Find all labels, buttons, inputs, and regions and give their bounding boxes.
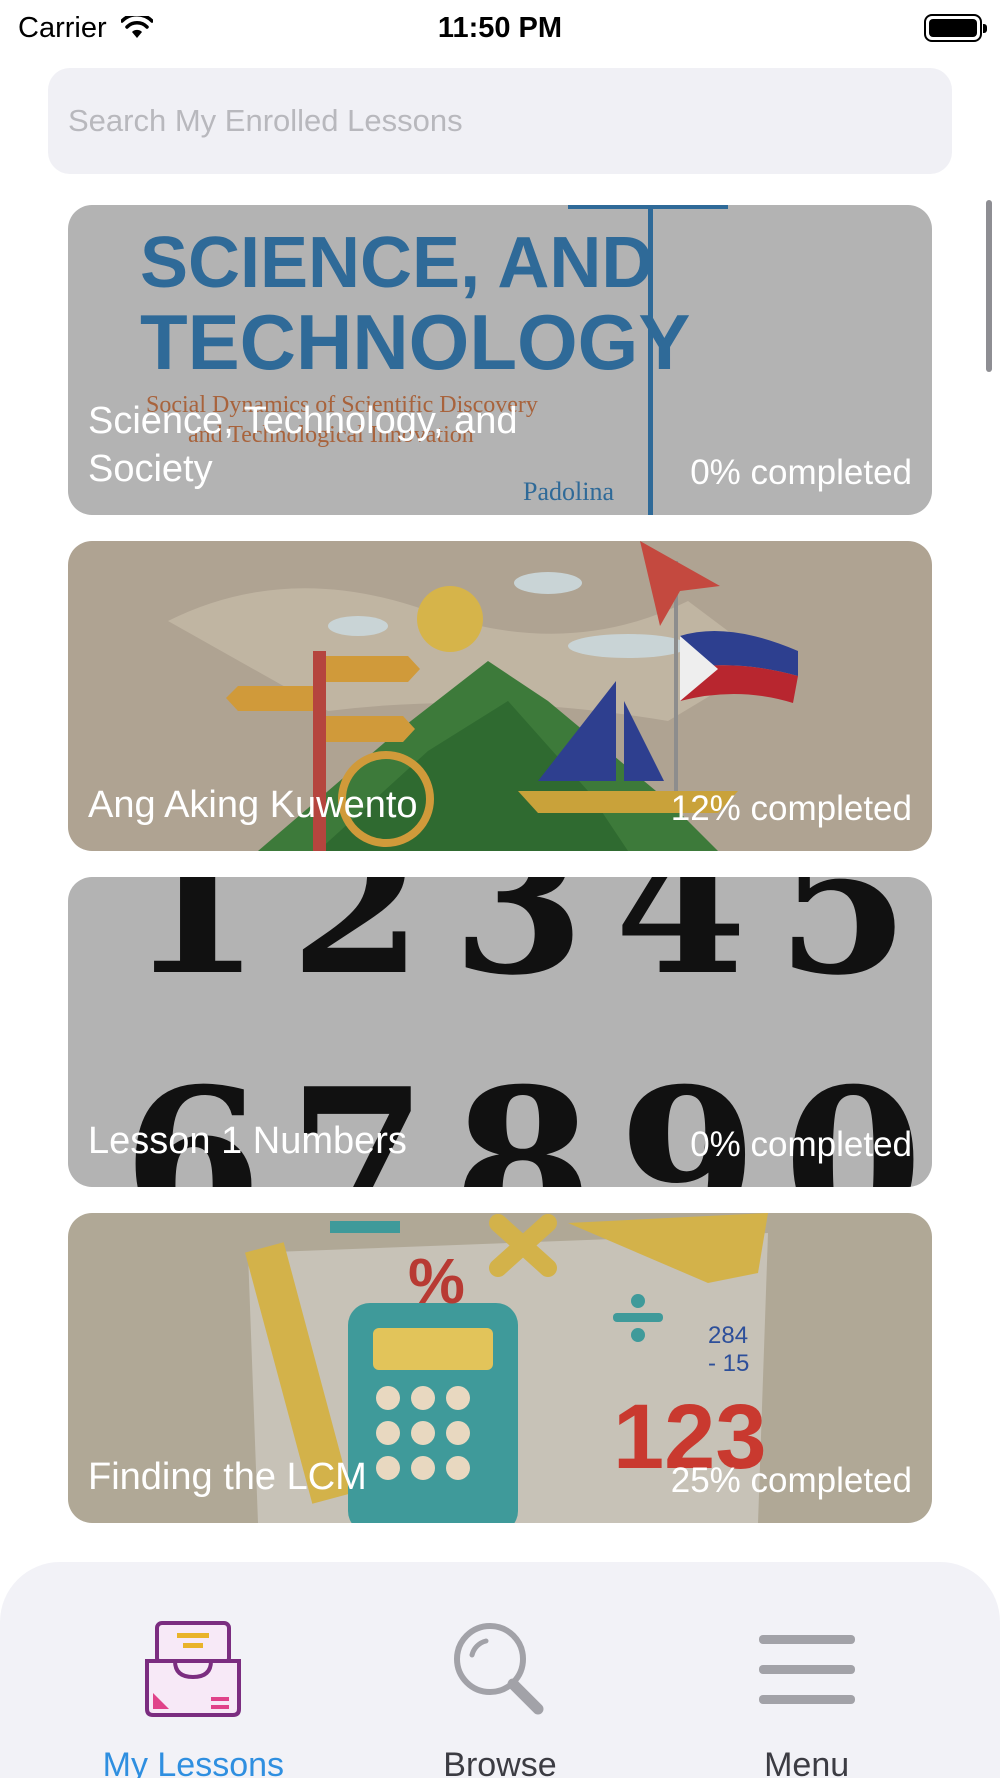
tab-browse[interactable]: Browse <box>390 1614 610 1778</box>
lesson-title: Ang Aking Kuwento <box>88 783 418 826</box>
lesson-title: Finding the LCM <box>88 1455 367 1498</box>
wifi-icon <box>120 16 153 38</box>
scroll-indicator[interactable] <box>986 200 992 372</box>
numbers-row-1: 12345 <box>128 877 932 1017</box>
lesson-card[interactable]: 12345 67890 Lesson 1 Numbers 0% complete… <box>68 877 932 1187</box>
cover-author: Padolina <box>523 477 614 506</box>
lesson-card[interactable]: SCIENCE, AND TECHNOLOGY Social Dynamics … <box>68 205 932 515</box>
percent-symbol: % <box>408 1245 465 1317</box>
cover-title-line-1: SCIENCE, AND <box>140 223 653 303</box>
search-input[interactable] <box>68 103 932 139</box>
tab-label: My Lessons <box>102 1746 285 1778</box>
tab-label: Menu <box>764 1746 850 1778</box>
cover-title-line-2: TECHNOLOGY <box>140 298 690 386</box>
lesson-progress: 12% completed <box>670 789 912 828</box>
search-icon <box>445 1614 555 1724</box>
tab-menu[interactable]: Menu <box>697 1614 917 1778</box>
numbers-row-2: 67890 <box>123 1045 932 1187</box>
lesson-list: SCIENCE, AND TECHNOLOGY Social Dynamics … <box>68 205 932 1549</box>
lesson-progress: 0% completed <box>690 1125 912 1164</box>
menu-icon <box>752 1614 862 1724</box>
tab-bar: My Lessons Browse Menu <box>0 1562 1000 1778</box>
lesson-card[interactable]: Ang Aking Kuwento 12% completed <box>68 541 932 851</box>
status-bar: Carrier 11:50 PM <box>0 0 1000 56</box>
lesson-progress: 0% completed <box>690 453 912 492</box>
lesson-card[interactable]: % 284 - 15 123 Finding the LCM 25% compl… <box>68 1213 932 1523</box>
tab-label: Browse <box>443 1746 557 1778</box>
lesson-progress: 25% completed <box>670 1461 912 1500</box>
carrier-label: Carrier <box>18 11 107 44</box>
screen: Carrier 11:50 PM SCIENCE, AND TECHNOLOGY… <box>0 0 1000 1778</box>
subtraction-bottom: - 15 <box>708 1350 749 1377</box>
inbox-tray-icon <box>138 1614 248 1724</box>
battery-icon <box>924 14 987 42</box>
tab-my-lessons[interactable]: My Lessons <box>83 1614 303 1778</box>
search-bar[interactable] <box>48 68 952 174</box>
subtraction-top: 284 <box>708 1322 748 1349</box>
status-left: Carrier <box>18 12 153 45</box>
lesson-title: Lesson 1 Numbers <box>88 1119 407 1162</box>
lesson-title: Science, Technology, and Society <box>88 400 518 490</box>
